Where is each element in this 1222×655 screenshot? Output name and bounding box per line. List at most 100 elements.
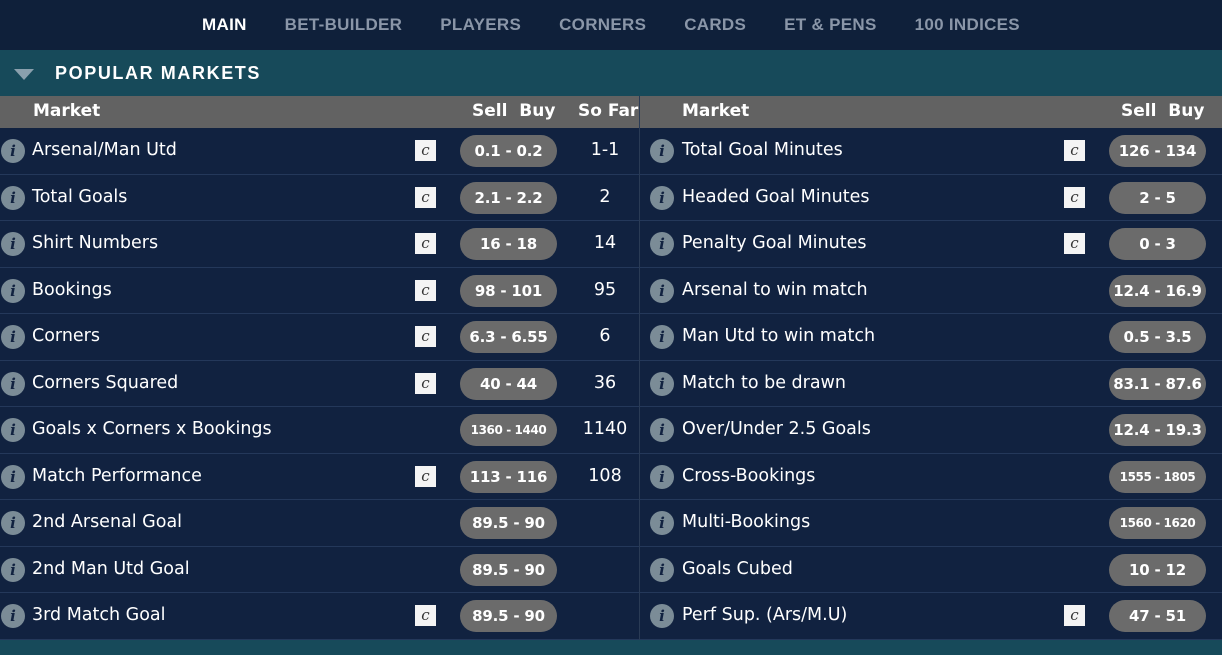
market-row: i Arsenal/Man Utd c 0.1 - 0.2 1-1 (0, 128, 639, 175)
c-badge-icon[interactable]: c (1064, 186, 1085, 208)
info-icon[interactable]: i (650, 232, 674, 256)
info-icon[interactable]: i (650, 371, 674, 396)
tab-main[interactable]: MAIN (183, 15, 266, 35)
info-icon[interactable]: i (650, 278, 674, 303)
info-icon[interactable]: i (1, 511, 25, 535)
market-row: i Over/Under 2.5 Goals 12.4 - 19.3 (640, 407, 1222, 454)
sell-buy-price-button[interactable]: 1555 - 1805 (1109, 460, 1206, 493)
market-name: Match Performance (32, 465, 202, 486)
info-icon[interactable]: i (1, 185, 25, 210)
info-icon[interactable]: i (1, 325, 25, 349)
sell-buy-price-button[interactable]: 1560 - 1620 (1109, 507, 1206, 539)
market-row: i Goals x Corners x Bookings 1360 - 1440 11… (0, 407, 639, 454)
info-icon[interactable]: i (650, 325, 674, 349)
info-icon[interactable]: i (1, 278, 25, 303)
left-markets-table: Market Sell Buy So Far i Arsenal/Man Utd c… (0, 96, 640, 640)
sell-buy-price-button[interactable]: 126 - 134 (1109, 135, 1206, 167)
info-icon[interactable]: i (1, 371, 25, 396)
sell-buy-price-button[interactable]: 83.1 - 87.6 (1109, 367, 1206, 400)
tab-100-indices[interactable]: 100 INDICES (896, 15, 1039, 35)
sell-buy-price-button[interactable]: 40 - 44 (460, 367, 557, 400)
info-icon[interactable]: i (650, 139, 674, 163)
sell-buy-price-button[interactable]: 1360 - 1440 (460, 414, 557, 446)
market-name: Goals Cubed (682, 558, 793, 579)
so-far-value: 95 (593, 279, 617, 300)
sell-buy-price-button[interactable]: 2.1 - 2.2 (460, 181, 557, 214)
so-far-value: 36 (593, 372, 617, 393)
sell-buy-price-button[interactable]: 12.4 - 16.9 (1109, 274, 1206, 307)
c-badge-icon[interactable]: c (415, 279, 436, 301)
tab-players[interactable]: PLAYERS (421, 15, 540, 35)
so-far-value: 1140 (582, 419, 628, 439)
so-far-value: 108 (588, 465, 622, 486)
right-column-header: Market Sell Buy (640, 96, 1222, 128)
sell-buy-price-button[interactable]: 0.1 - 0.2 (460, 135, 557, 167)
market-row: i Shirt Numbers c 16 - 18 14 (0, 221, 639, 268)
so-far-value: 6 (599, 326, 611, 346)
right-markets-table: Market Sell Buy i Total Goal Minutes c 126 … (640, 96, 1222, 640)
tab-et-pens[interactable]: ET & PENS (765, 15, 895, 35)
info-icon[interactable]: i (650, 464, 674, 489)
c-badge-icon[interactable]: c (415, 140, 436, 161)
sell-buy-price-button[interactable]: 10 - 12 (1109, 553, 1206, 586)
market-name: Corners (32, 326, 100, 346)
info-icon[interactable]: i (650, 604, 674, 628)
c-badge-icon[interactable]: c (415, 326, 436, 347)
info-icon[interactable]: i (650, 511, 674, 535)
so-far-value: 14 (593, 233, 617, 253)
sell-buy-price-button[interactable]: 12.4 - 19.3 (1109, 414, 1206, 446)
sell-buy-price-button[interactable]: 0 - 3 (1109, 228, 1206, 260)
market-name: Arsenal/Man Utd (32, 140, 177, 160)
section-title: POPULAR MARKETS (55, 62, 262, 83)
c-badge-icon[interactable]: c (1064, 233, 1085, 254)
c-badge-icon[interactable]: c (1064, 605, 1085, 626)
info-icon[interactable]: i (1, 232, 25, 256)
market-name: Headed Goal Minutes (682, 186, 870, 207)
c-badge-icon[interactable]: c (415, 372, 436, 394)
c-badge-icon[interactable]: c (1064, 140, 1085, 161)
sell-buy-price-button[interactable]: 89.5 - 90 (460, 553, 557, 586)
tab-cards[interactable]: CARDS (665, 15, 765, 35)
market-row: i 3rd Match Goal c 89.5 - 90 (0, 593, 639, 640)
so-far-value: 1-1 (590, 140, 620, 160)
info-icon[interactable]: i (650, 185, 674, 210)
market-row: i Total Goals c 2.1 - 2.2 2 (0, 174, 639, 221)
market-name: Goals x Corners x Bookings (32, 419, 272, 439)
market-column-header: Market (33, 101, 101, 121)
so-far-column-header: So Far (578, 101, 639, 121)
info-icon[interactable]: i (650, 557, 674, 582)
tab-corners[interactable]: CORNERS (540, 15, 665, 35)
c-badge-icon[interactable]: c (415, 186, 436, 208)
market-name: Total Goal Minutes (682, 140, 843, 160)
info-icon[interactable]: i (1, 464, 25, 489)
sell-buy-price-button[interactable]: 89.5 - 90 (460, 507, 557, 539)
c-badge-icon[interactable]: c (415, 465, 436, 487)
sell-buy-price-button[interactable]: 16 - 18 (460, 228, 557, 260)
market-row: i Goals Cubed 10 - 12 (640, 546, 1222, 593)
popular-markets-header[interactable]: POPULAR MARKETS (0, 50, 1222, 96)
info-icon[interactable]: i (1, 418, 25, 442)
collapse-triangle-icon[interactable] (14, 68, 34, 80)
market-column-header: Market (682, 101, 750, 121)
sell-buy-price-button[interactable]: 2 - 5 (1109, 181, 1206, 214)
tab-bet-builder[interactable]: BET-BUILDER (266, 15, 422, 35)
info-icon[interactable]: i (1, 604, 25, 628)
sell-buy-price-button[interactable]: 6.3 - 6.55 (460, 321, 557, 353)
market-category-nav: MAIN BET-BUILDER PLAYERS CORNERS CARDS ET & P… (0, 0, 1222, 50)
info-icon[interactable]: i (650, 418, 674, 442)
market-row: i Cross-Bookings 1555 - 1805 (640, 453, 1222, 500)
sell-buy-price-button[interactable]: 47 - 51 (1109, 600, 1206, 632)
info-icon[interactable]: i (1, 139, 25, 163)
c-badge-icon[interactable]: c (415, 605, 436, 626)
market-row: i Multi-Bookings 1560 - 1620 (640, 500, 1222, 547)
next-section-header[interactable] (0, 640, 1222, 655)
sell-buy-price-button[interactable]: 89.5 - 90 (460, 600, 557, 632)
market-row: i Match to be drawn 83.1 - 87.6 (640, 360, 1222, 407)
sell-buy-price-button[interactable]: 0.5 - 3.5 (1109, 321, 1206, 353)
market-name: Over/Under 2.5 Goals (682, 419, 871, 439)
c-badge-icon[interactable]: c (415, 233, 436, 254)
market-row: i Bookings c 98 - 101 95 (0, 267, 639, 314)
sell-buy-price-button[interactable]: 98 - 101 (460, 274, 557, 307)
sell-buy-price-button[interactable]: 113 - 116 (460, 460, 557, 493)
info-icon[interactable]: i (1, 557, 25, 582)
